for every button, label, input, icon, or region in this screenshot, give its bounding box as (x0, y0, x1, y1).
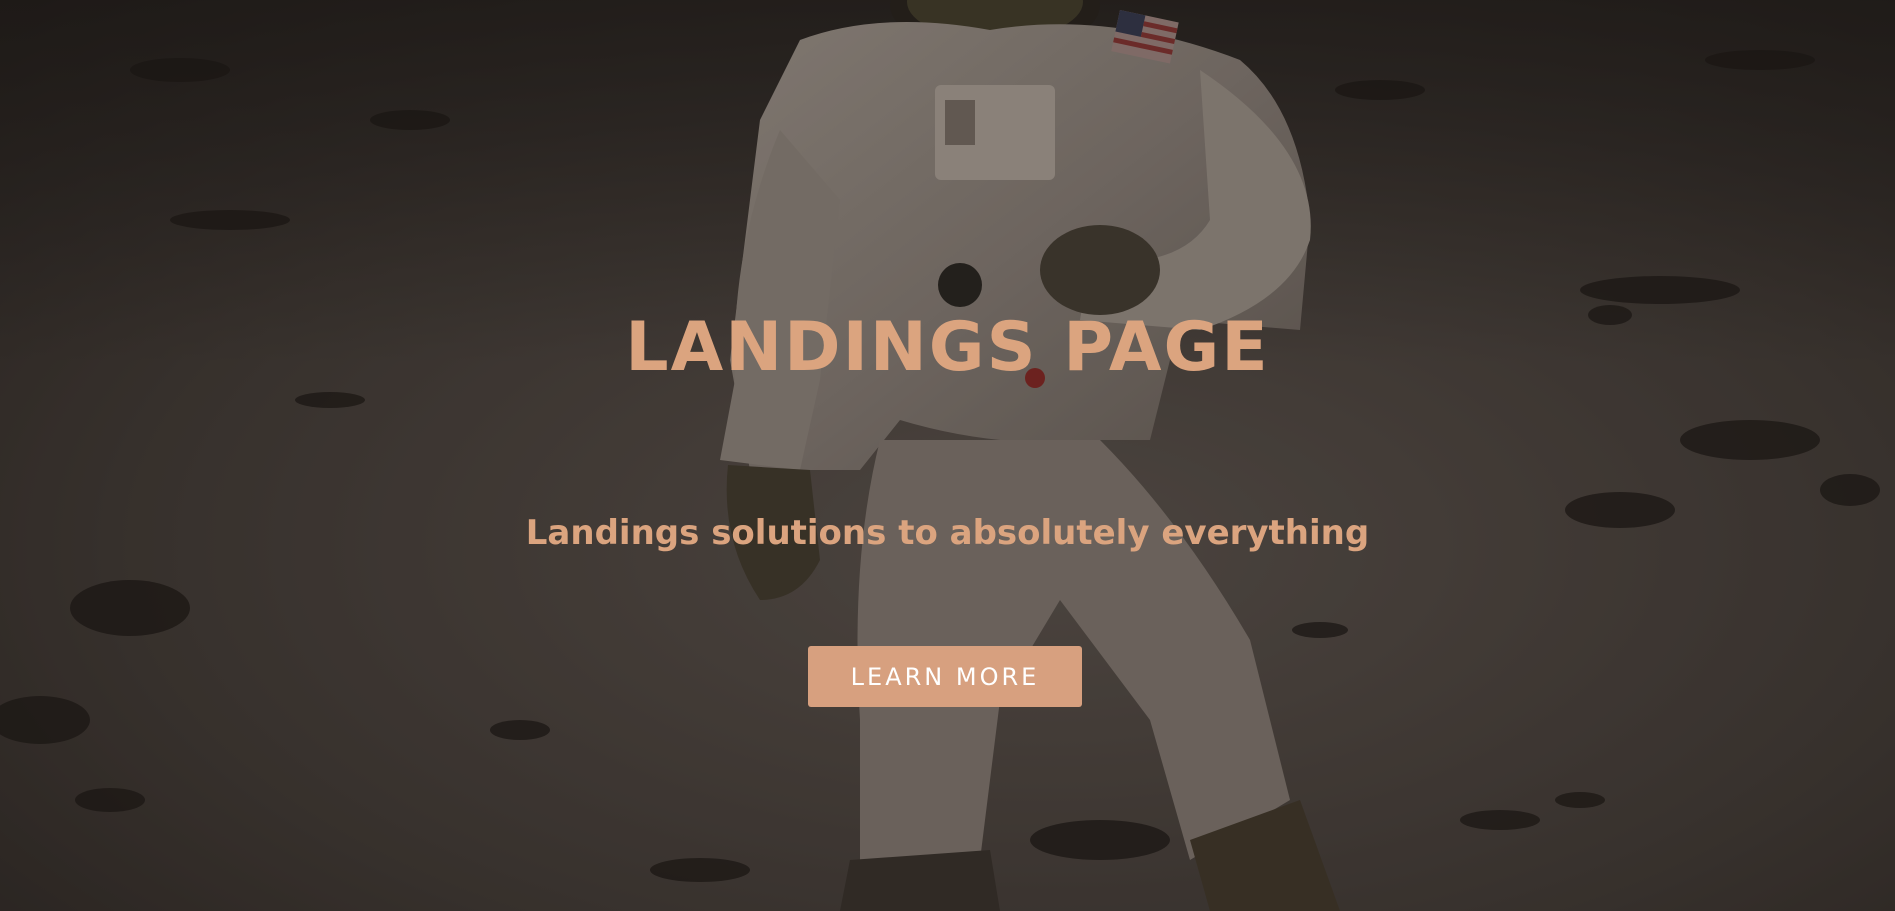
hero-subtitle: Landings solutions to absolutely everyth… (525, 513, 1370, 553)
learn-more-button[interactable]: LEARN MORE (808, 646, 1082, 707)
hero-content: LANDINGS PAGE Landings solutions to abso… (0, 0, 1895, 911)
hero-section: LANDINGS PAGE Landings solutions to abso… (0, 0, 1895, 911)
page-title: LANDINGS PAGE (625, 308, 1270, 387)
